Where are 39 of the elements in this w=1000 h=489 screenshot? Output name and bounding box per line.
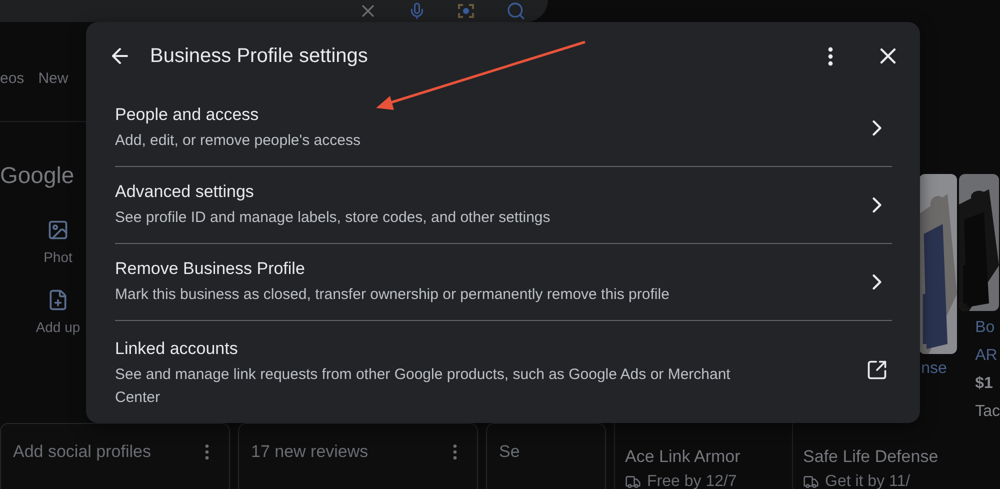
item-title: Advanced settings [115, 182, 255, 202]
item-description: See and manage link requests from other Google products, such as Google Ads or Merchant Center [115, 365, 732, 408]
image-icon [47, 219, 69, 241]
truck-icon [803, 474, 819, 489]
card-title: 17 new reviews [251, 442, 368, 463]
item-description: See profile ID and manage labels, store codes, and other settings [115, 208, 552, 228]
delivery-text: Get it by 11/ [825, 473, 910, 489]
item-title: People and access [115, 104, 260, 124]
microphone-icon[interactable] [408, 2, 426, 20]
truck-icon [625, 474, 641, 489]
action-label[interactable]: Phot [44, 249, 72, 265]
search-tab[interactable]: eos [0, 70, 24, 121]
brand-text: Google [0, 161, 74, 189]
camera-icon[interactable] [456, 1, 476, 21]
item-description: Add, edit, or remove people's access [115, 130, 362, 150]
action-label[interactable]: Add up [36, 319, 80, 335]
product-title[interactable]: nse [921, 360, 958, 378]
settings-item[interactable]: Remove Business Profile Mark this business as closed, transfer ownership or permanently remove this profile [115, 244, 892, 321]
more-vertical-icon [828, 46, 832, 66]
settings-item[interactable]: Linked accounts See and manage link requests from other Google products, such as Google Ads or Merchant Center [115, 321, 892, 419]
item-title: Linked accounts [115, 339, 239, 359]
search-tab[interactable]: New [38, 70, 68, 121]
item-title: Remove Business Profile [115, 258, 306, 278]
search-bar[interactable] [0, 0, 548, 22]
product-title: Bo [975, 318, 996, 338]
seller-text: Tac [975, 402, 1000, 422]
card-title: Se [499, 442, 520, 463]
item-description: Mark this business as closed, transfer ownership or permanently remove this profile [115, 284, 670, 304]
product-title: AR [975, 346, 998, 366]
search-icon[interactable] [506, 1, 526, 21]
card-title: Add social profiles [13, 442, 151, 463]
price-text: $1 [975, 374, 994, 394]
settings-item[interactable]: Advanced settings See profile ID and manage labels, store codes, and other settings [115, 167, 892, 244]
delivery-text: Free by 12/7 [647, 473, 737, 489]
product-title: Safe Life Defense [803, 447, 940, 467]
post-add-icon [47, 289, 69, 311]
external-link-icon [866, 359, 888, 381]
product-title: Ace Link Armor [625, 447, 742, 467]
dialog-title: Business Profile settings [150, 44, 369, 68]
